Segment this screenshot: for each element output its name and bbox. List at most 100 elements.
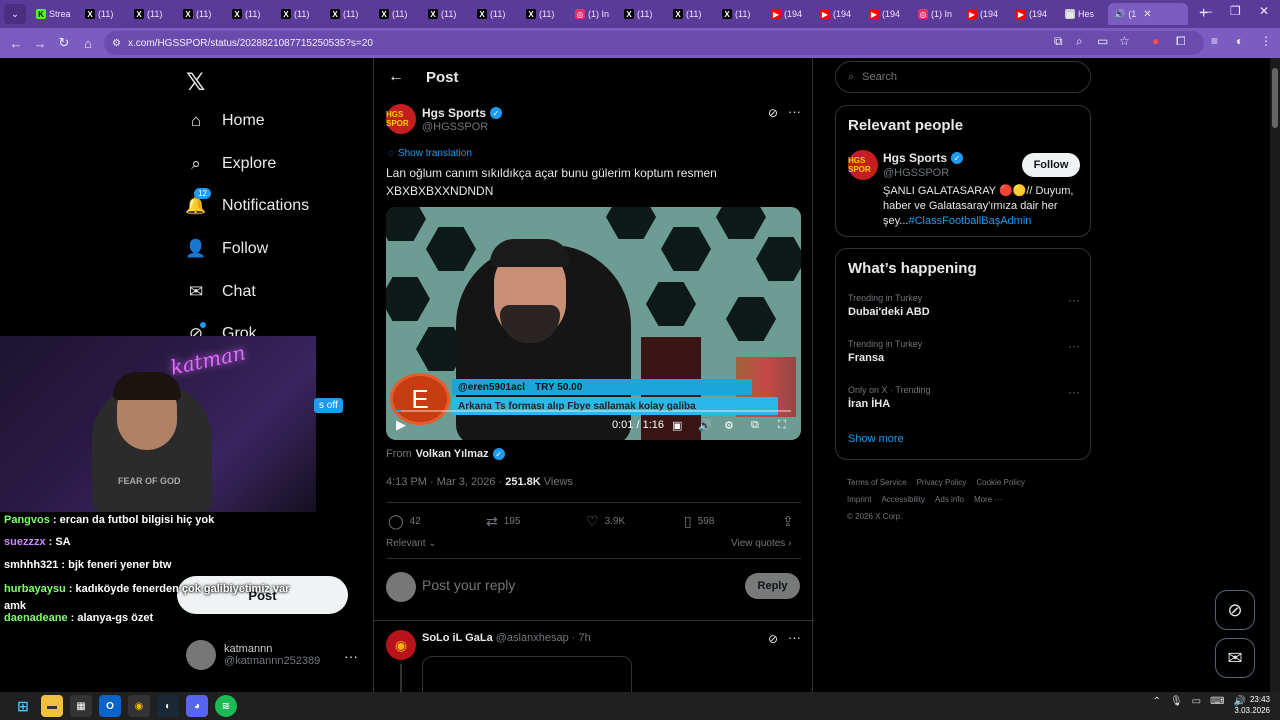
microphone-icon[interactable]: 🎙 xyxy=(1170,696,1183,707)
bookmark-action[interactable]: ▯ 598 xyxy=(684,513,714,530)
browser-tab[interactable]: K Strea xyxy=(30,3,78,25)
footer-link[interactable]: Privacy Policy xyxy=(917,478,967,487)
browser-tab[interactable]: X (11) xyxy=(373,3,421,25)
browser-tab[interactable]: X (11) xyxy=(422,3,470,25)
x-logo-icon[interactable]: 𝕏 xyxy=(186,68,205,97)
browser-menu-icon[interactable]: ⋮ xyxy=(1260,34,1272,48)
puzzle-icon[interactable]: ⧠ xyxy=(1176,34,1186,49)
nav-item-home[interactable]: ⌂ Home xyxy=(186,111,265,131)
chevron-up-icon[interactable]: ⌃ xyxy=(1153,696,1161,707)
author-avatar[interactable]: HGS SPOR xyxy=(386,104,416,134)
close-icon[interactable]: ✕ xyxy=(1143,9,1151,20)
translate-icon[interactable]: ⧉ xyxy=(1054,34,1063,49)
bio-hashtag[interactable]: #ClassFootballBaşAdmin xyxy=(908,215,1031,227)
window-close-icon[interactable]: ✕ xyxy=(1259,4,1269,18)
person-handle[interactable]: @HGSSPOR xyxy=(883,167,949,179)
captions-icon[interactable]: ▣ xyxy=(672,419,682,432)
video-player[interactable]: E @eren5901acl TRY 50.00 Arkana Ts forma… xyxy=(386,207,801,440)
nav-item-explore[interactable]: ⌕ Explore xyxy=(186,154,276,174)
follow-button[interactable]: Follow xyxy=(1022,153,1080,177)
more-icon[interactable]: ··· xyxy=(1068,339,1080,353)
chrome-icon[interactable]: ◉ xyxy=(128,695,150,717)
messages-fab[interactable]: ✉ xyxy=(1215,638,1255,678)
forward-icon[interactable]: → xyxy=(28,36,52,51)
windows-start-icon[interactable]: ⊞ xyxy=(12,695,34,717)
account-switcher[interactable]: katmannn @katmannn252389 xyxy=(186,640,320,670)
reply-action[interactable]: ◯ 42 xyxy=(388,513,421,530)
browser-tab[interactable]: X (11) xyxy=(618,3,666,25)
browser-tab[interactable]: X (11) xyxy=(667,3,715,25)
display-icon[interactable]: ▭ xyxy=(1192,696,1201,707)
grok-fab[interactable]: ⊘ xyxy=(1215,590,1255,630)
footer-link[interactable]: Accessibility xyxy=(881,495,925,504)
cast-icon[interactable]: ▭ xyxy=(1097,34,1108,48)
back-arrow-icon[interactable]: ← xyxy=(388,68,404,86)
store-icon[interactable]: ▦ xyxy=(70,695,92,717)
network-icon[interactable]: ⌨ xyxy=(1210,696,1224,707)
trend-item[interactable]: Trending in Turkey Dubai'deki ABD ··· xyxy=(848,293,1080,318)
post-timestamp[interactable]: 4:13 PM · Mar 3, 2026 · xyxy=(386,476,505,488)
restore-icon[interactable]: ❐ xyxy=(1230,4,1241,18)
scrollbar[interactable] xyxy=(1270,58,1280,692)
footer-link[interactable]: Ads info xyxy=(935,495,964,504)
star-icon[interactable]: ☆ xyxy=(1119,34,1130,48)
pip-icon[interactable]: ⧉ xyxy=(751,419,759,432)
browser-tab[interactable]: ◎ (1) In xyxy=(569,3,617,25)
url-field[interactable]: ⚙ x.com/HGSSPOR/status/20288210877152505… xyxy=(104,31,1204,55)
footer-link[interactable]: Imprint xyxy=(847,495,871,504)
browser-tab[interactable]: X (11) xyxy=(716,3,764,25)
author-handle[interactable]: @HGSSPOR xyxy=(422,121,488,133)
person-name[interactable]: Hgs Sports ✓ xyxy=(883,151,964,165)
grok-icon[interactable]: ⊘ xyxy=(768,632,778,646)
like-action[interactable]: ♡ 3.9K xyxy=(586,513,625,530)
grok-icon[interactable]: ⊘ xyxy=(768,106,778,120)
more-icon[interactable]: ··· xyxy=(788,104,801,119)
share-action[interactable]: ⇪ xyxy=(782,513,794,530)
reply-media-card[interactable] xyxy=(422,656,632,692)
browser-tab[interactable]: X (11) xyxy=(471,3,519,25)
back-icon[interactable]: ← xyxy=(4,36,28,51)
browser-tab[interactable]: X (11) xyxy=(177,3,225,25)
author-name[interactable]: Hgs Sports ✓ xyxy=(422,106,503,120)
browser-tab[interactable]: ▶ (194 xyxy=(814,3,862,25)
browser-tab[interactable]: ▶ (194 xyxy=(1010,3,1058,25)
file-explorer-icon[interactable]: ▬ xyxy=(41,695,63,717)
settings-icon[interactable]: ⚙ xyxy=(724,419,734,432)
browser-tab[interactable]: X (11) xyxy=(79,3,127,25)
browser-tab[interactable]: X (11) xyxy=(128,3,176,25)
extension-icon[interactable]: ● xyxy=(1152,34,1159,48)
browser-tab[interactable]: ▤ Hes xyxy=(1059,3,1107,25)
zoom-icon[interactable]: ⌕ xyxy=(1076,34,1083,49)
spotify-icon[interactable]: ≋ xyxy=(215,695,237,717)
search-box[interactable]: ⌕ xyxy=(835,61,1091,93)
reply-avatar[interactable]: ◉ xyxy=(386,630,416,660)
active-tab[interactable]: 🔊 (1 ✕ xyxy=(1108,3,1188,25)
footer-link[interactable]: Terms of Service xyxy=(847,478,907,487)
reply-input[interactable] xyxy=(422,577,722,593)
browser-tab[interactable]: ▶ (194 xyxy=(961,3,1009,25)
sort-dropdown[interactable]: Relevant ⌄ xyxy=(386,538,437,549)
home-icon[interactable]: ⌂ xyxy=(76,36,100,51)
more-icon[interactable]: ··· xyxy=(1068,293,1080,307)
browser-tab[interactable]: ◎ (1) In xyxy=(912,3,960,25)
browser-tab[interactable]: ▶ (194 xyxy=(765,3,813,25)
steam-icon[interactable]: ◐ xyxy=(157,695,179,717)
trend-item[interactable]: Trending in Turkey Fransa ··· xyxy=(848,339,1080,364)
trend-item[interactable]: Only on X · Trending İran İHA ··· xyxy=(848,385,1080,410)
reply-author[interactable]: SoLo iL GaLa @aslanxhesap · 7h xyxy=(422,632,591,644)
site-settings-icon[interactable]: ⚙ xyxy=(112,38,121,49)
media-icon[interactable]: ≡ xyxy=(1211,34,1218,48)
show-more-link[interactable]: Show more xyxy=(848,433,904,445)
reload-icon[interactable]: ↻ xyxy=(52,35,76,51)
more-icon[interactable]: ··· xyxy=(344,648,358,664)
clock[interactable]: 23:43 3.03.2026 xyxy=(1234,694,1270,716)
play-icon[interactable]: ▶ xyxy=(396,417,406,433)
person-avatar[interactable]: HGS SPOR xyxy=(848,150,878,180)
nav-item-notifications[interactable]: 🔔 12 Notifications xyxy=(185,188,309,216)
tab-search-icon[interactable]: ⌄ xyxy=(4,4,26,24)
scrollbar-thumb[interactable] xyxy=(1272,68,1278,128)
footer-link[interactable]: More ··· xyxy=(974,495,1002,504)
volume-icon[interactable]: 🔊 xyxy=(698,419,712,432)
repost-action[interactable]: ⇄ 195 xyxy=(486,513,520,530)
outlook-icon[interactable]: O xyxy=(99,695,121,717)
